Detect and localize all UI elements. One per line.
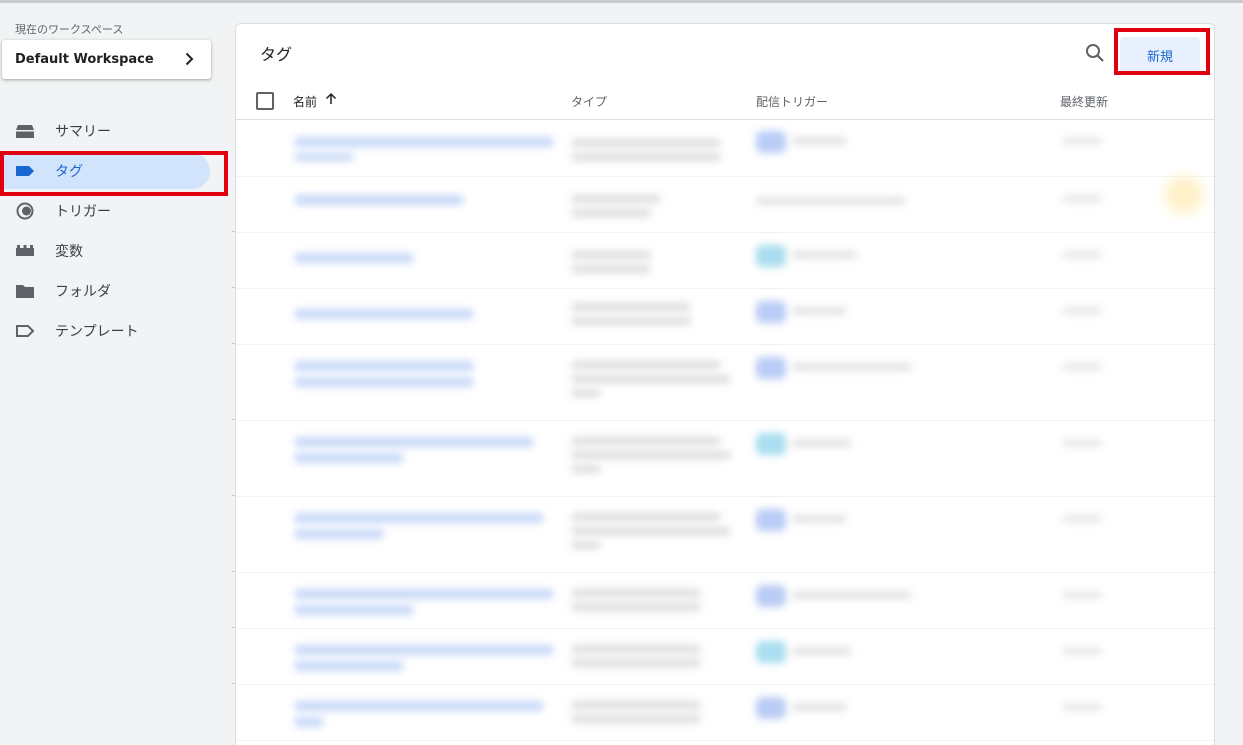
sidebar-item-summary[interactable]: サマリー xyxy=(0,111,232,151)
sidebar: 現在のワークスペース Default Workspace サマリー タグ トリガ… xyxy=(0,0,232,745)
tags-panel: タグ 新規 名前 タイプ 配信トリガー 最終更新 xyxy=(235,23,1215,745)
summary-icon xyxy=(16,125,34,138)
table-row[interactable] xyxy=(236,573,1214,629)
table-header: 名前 タイプ 配信トリガー 最終更新 xyxy=(236,82,1214,120)
trigger-icon xyxy=(16,202,34,220)
column-header-type[interactable]: タイプ xyxy=(571,93,607,110)
table-row[interactable] xyxy=(236,497,1214,573)
sidebar-item-triggers[interactable]: トリガー xyxy=(0,191,232,231)
status-indicator xyxy=(1165,176,1203,214)
sidebar-item-label: トリガー xyxy=(55,204,111,220)
table-row[interactable] xyxy=(236,289,1214,345)
sidebar-item-label: 変数 xyxy=(55,244,83,260)
chevron-right-icon xyxy=(185,52,194,66)
select-all-checkbox[interactable] xyxy=(256,92,274,110)
sidebar-item-variables[interactable]: 変数 xyxy=(0,231,232,271)
folder-icon xyxy=(16,285,34,298)
highlight-box-tags xyxy=(0,151,228,196)
column-header-name[interactable]: 名前 xyxy=(293,93,317,110)
sidebar-item-templates[interactable]: テンプレート xyxy=(0,311,232,351)
sidebar-item-label: サマリー xyxy=(55,124,111,140)
highlight-box-new-button xyxy=(1114,28,1210,75)
table-row[interactable] xyxy=(236,345,1214,421)
workspace-name: Default Workspace xyxy=(15,52,154,67)
page-title: タグ xyxy=(260,45,293,64)
workspace-selector[interactable]: Default Workspace xyxy=(2,40,211,79)
sidebar-item-label: フォルダ xyxy=(55,284,111,300)
table-row[interactable] xyxy=(236,685,1214,741)
column-header-updated[interactable]: 最終更新 xyxy=(1060,93,1108,110)
table-row[interactable] xyxy=(236,233,1214,289)
table-row[interactable] xyxy=(236,629,1214,685)
search-icon[interactable] xyxy=(1083,41,1107,65)
table-row[interactable] xyxy=(236,177,1214,233)
variables-icon xyxy=(16,245,34,256)
template-icon xyxy=(16,325,35,337)
column-header-trigger[interactable]: 配信トリガー xyxy=(756,93,828,110)
arrow-up-icon[interactable] xyxy=(324,92,338,106)
table-row[interactable] xyxy=(236,121,1214,177)
sidebar-item-folders[interactable]: フォルダ xyxy=(0,271,232,311)
table-row[interactable] xyxy=(236,421,1214,497)
workspace-label: 現在のワークスペース xyxy=(15,23,124,36)
sidebar-nav: サマリー タグ トリガー 変数 フォルダ テンプレート xyxy=(0,111,232,351)
sidebar-item-label: テンプレート xyxy=(55,324,139,340)
